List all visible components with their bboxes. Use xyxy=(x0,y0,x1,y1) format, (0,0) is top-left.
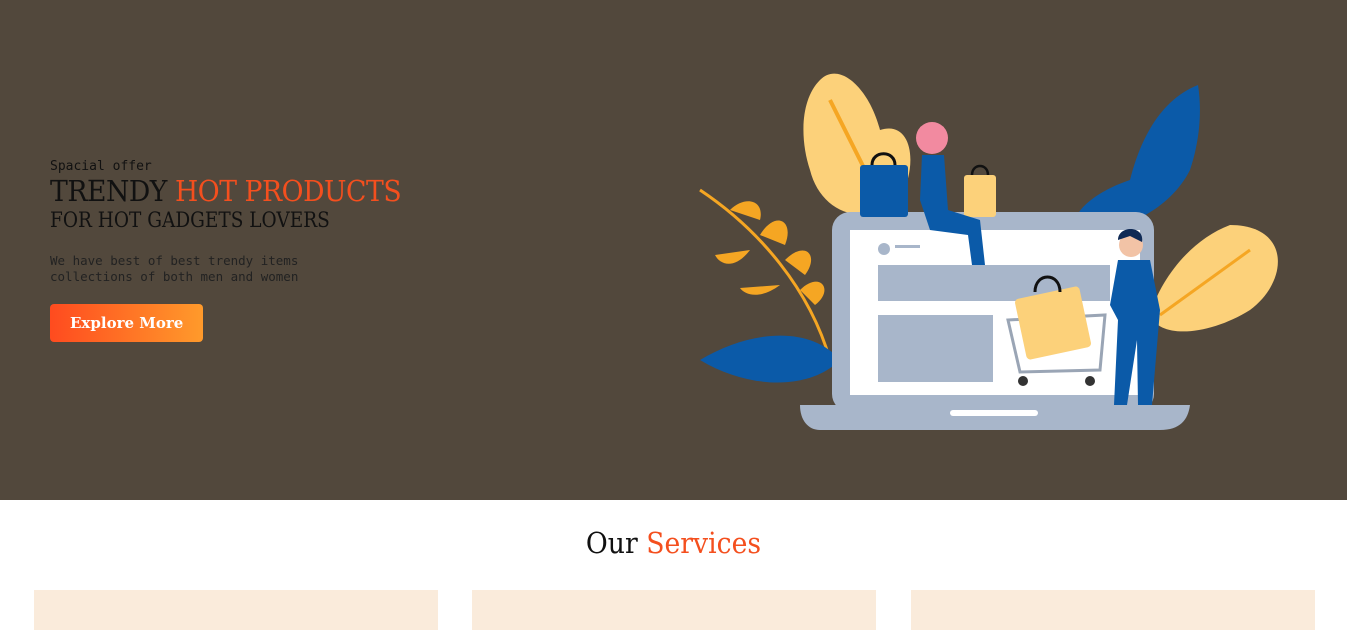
hero-subline: FOR HOT GADGETS LOVERS xyxy=(50,208,330,232)
blue-leaf-shape xyxy=(1074,85,1200,231)
service-card[interactable] xyxy=(911,590,1315,630)
cart-wheel-left xyxy=(1018,376,1028,386)
laptop-base xyxy=(800,405,1190,430)
laptop-notch xyxy=(950,410,1038,416)
screen-line xyxy=(895,245,920,248)
service-card[interactable] xyxy=(472,590,876,630)
hero-text-block: Spacial offer TRENDY HOT PRODUCTS FOR HO… xyxy=(50,158,470,342)
hero-headline-accent: HOT PRODUCTS xyxy=(174,174,402,208)
hero-headline-plain: TRENDY xyxy=(50,174,175,208)
screen-tile xyxy=(878,315,993,382)
orange-fern-stem xyxy=(699,188,832,361)
cart-wheel-right xyxy=(1085,376,1095,386)
small-bag-icon xyxy=(964,175,996,217)
explore-more-button[interactable]: Explore More xyxy=(50,304,204,342)
avatar-dot xyxy=(878,243,890,255)
services-heading: Our Services xyxy=(54,526,1293,560)
service-card[interactable] xyxy=(34,590,438,630)
services-title-plain: Our xyxy=(585,526,647,560)
hero-headline: TRENDY HOT PRODUCTS xyxy=(50,175,436,207)
yellow-leaf-right-shape xyxy=(1150,225,1278,332)
hero-banner: Spacial offer TRENDY HOT PRODUCTS FOR HO… xyxy=(0,0,1347,500)
woman-head-icon xyxy=(916,122,948,154)
blue-bag-icon xyxy=(860,165,908,217)
online-shopping-illustration-icon xyxy=(699,73,1278,430)
small-bag-handle xyxy=(970,164,990,176)
hero-description: We have best of best trendy items collec… xyxy=(50,253,299,284)
services-title-accent: Services xyxy=(646,526,762,560)
blue-leaf-bottom-shape xyxy=(700,335,840,383)
